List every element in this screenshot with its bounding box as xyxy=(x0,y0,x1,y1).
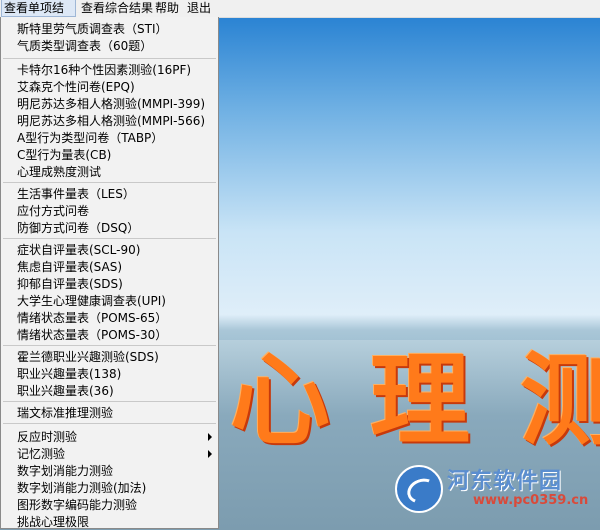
menu-separator xyxy=(3,58,216,59)
menu-item-memory[interactable]: 记忆测验 xyxy=(17,446,65,462)
menu-help[interactable]: 帮助 xyxy=(155,0,179,17)
menu-item-number-cancel-add[interactable]: 数字划消能力测验(加法) xyxy=(17,480,146,496)
menu-separator xyxy=(3,238,216,239)
menu-view-single-results[interactable]: 查看单项结果 xyxy=(1,0,76,32)
watermark-logo: 河东软件园 www.pc0359.cn xyxy=(395,463,595,518)
menu-item-maturity[interactable]: 心理成熟度测试 xyxy=(17,164,101,180)
menu-item-sas[interactable]: 焦虑自评量表(SAS) xyxy=(17,259,122,275)
menu-item-raven[interactable]: 瑞文标准推理测验 xyxy=(17,405,113,421)
menu-bar: 查看单项结果 查看综合结果 帮助 退出 xyxy=(0,0,600,32)
menu-item-reaction-time[interactable]: 反应时测验 xyxy=(17,429,77,445)
menu-item-sti[interactable]: 斯特里劳气质调查表（STI） xyxy=(17,21,168,37)
menu-item-mmpi-566[interactable]: 明尼苏达多相人格测验(MMPI-566) xyxy=(17,113,205,129)
dropdown-menu: 斯特里劳气质调查表（STI） 气质类型调查表（60题） 卡特尔16种个性因素测验… xyxy=(0,17,219,529)
menu-item-16pf[interactable]: 卡特尔16种个性因素测验(16PF) xyxy=(17,62,191,78)
menu-item-cb[interactable]: C型行为量表(CB) xyxy=(17,147,111,163)
menu-item-career-138[interactable]: 职业兴趣量表(138) xyxy=(17,366,121,382)
menu-item-coping[interactable]: 应付方式问卷 xyxy=(17,203,89,219)
menu-separator xyxy=(3,401,216,402)
submenu-arrow-icon xyxy=(208,450,212,458)
menu-item-tabp[interactable]: A型行为类型问卷（TABP） xyxy=(17,130,163,146)
menu-item-sds[interactable]: 抑郁自评量表(SDS) xyxy=(17,276,123,292)
menu-item-scl90[interactable]: 症状自评量表(SCL-90) xyxy=(17,242,140,258)
menu-item-career-36[interactable]: 职业兴趣量表(36) xyxy=(17,383,114,399)
menu-item-poms65[interactable]: 情绪状态量表（POMS-65） xyxy=(17,310,167,326)
menu-item-number-cancel[interactable]: 数字划消能力测验 xyxy=(17,463,113,479)
logo-url: www.pc0359.cn xyxy=(473,493,589,508)
logo-icon xyxy=(395,465,443,513)
menu-item-mmpi-399[interactable]: 明尼苏达多相人格测验(MMPI-399) xyxy=(17,96,205,112)
menu-item-symbol-coding[interactable]: 图形数字编码能力测验 xyxy=(17,497,137,513)
menu-view-combined-results[interactable]: 查看综合结果 xyxy=(81,0,153,17)
menu-item-holland-sds[interactable]: 霍兰德职业兴趣测验(SDS) xyxy=(17,349,159,365)
menu-item-les[interactable]: 生活事件量表（LES） xyxy=(17,186,135,202)
menu-item-epq[interactable]: 艾森克个性问卷(EPQ) xyxy=(17,79,135,95)
logo-name: 河东软件园 xyxy=(447,469,563,494)
menu-item-temperament-60[interactable]: 气质类型调查表（60题） xyxy=(17,38,152,54)
menu-item-poms30[interactable]: 情绪状态量表（POMS-30） xyxy=(17,327,167,343)
banner-char-3: 测 xyxy=(520,341,600,459)
menu-separator xyxy=(3,345,216,346)
banner-char-1: 心 xyxy=(230,341,330,459)
menu-separator xyxy=(3,423,216,424)
banner-char-2: 理 xyxy=(370,341,470,459)
submenu-arrow-icon xyxy=(208,433,212,441)
menu-exit[interactable]: 退出 xyxy=(187,0,211,17)
menu-item-upi[interactable]: 大学生心理健康调查表(UPI) xyxy=(17,293,166,309)
menu-separator xyxy=(3,182,216,183)
menu-item-challenge[interactable]: 挑战心理极限 xyxy=(17,514,89,530)
menu-item-dsq[interactable]: 防御方式问卷（DSQ） xyxy=(17,220,139,236)
